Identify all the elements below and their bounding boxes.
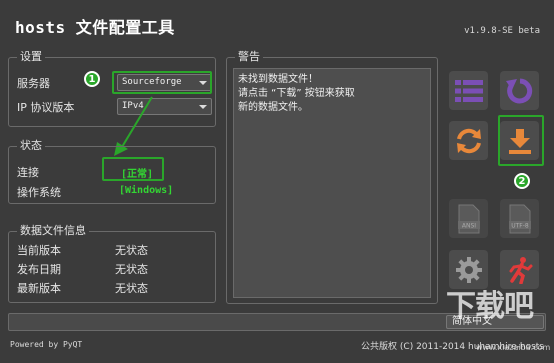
export-ansi-button[interactable]: ANSI [449, 199, 488, 238]
release-date-value: 无状态 [115, 263, 148, 276]
warning-group-title: 警告 [235, 50, 263, 64]
utf8-label: UTF-8 [511, 222, 529, 229]
utf8-file-icon: UTF-8 [508, 204, 531, 233]
exit-run-icon [509, 256, 532, 284]
data-info-group: 数据文件信息 当前版本 无状态 发布日期 无状态 最新版本 无状态 [8, 224, 216, 303]
settings-button[interactable] [449, 250, 488, 289]
sync-icon [456, 128, 481, 153]
function-list-button[interactable] [449, 71, 488, 110]
main-window: hosts 文件配置工具 v1.9.8-SE beta 设置 服务器 Sourc… [0, 0, 554, 363]
watermark-logo: 下载吧 [446, 289, 534, 324]
warning-line: 新的数据文件。 [238, 102, 308, 113]
watermark-url: www.xiazaiba.com [476, 343, 551, 352]
refresh-icon [505, 78, 532, 103]
sync-button[interactable] [449, 121, 488, 160]
status-group-title: 状态 [17, 139, 45, 153]
current-version-label: 当前版本 [17, 244, 61, 257]
current-version-value: 无状态 [115, 244, 148, 257]
step-badge-2: 2 [514, 173, 530, 189]
os-value: [Windows] [119, 185, 174, 196]
os-label: 操作系统 [17, 186, 61, 199]
warning-line: 未找到数据文件！ [238, 74, 318, 85]
exit-button[interactable] [500, 250, 539, 289]
status-highlight-frame [102, 157, 164, 181]
refresh-button[interactable] [500, 71, 539, 110]
ansi-file-icon: ANSI [457, 204, 480, 233]
powered-by-label: Powered by PyQT [10, 340, 83, 349]
export-utf8-button[interactable]: UTF-8 [500, 199, 539, 238]
connection-label: 连接 [17, 166, 39, 179]
gear-icon [455, 256, 482, 283]
latest-version-value: 无状态 [115, 282, 148, 295]
list-icon [454, 79, 483, 102]
warning-textbox[interactable]: 未找到数据文件！ 请点击 “下载” 按钮来获取 新的数据文件。 [233, 68, 431, 298]
download-highlight-frame [498, 115, 544, 166]
ansi-label: ANSI [461, 222, 475, 229]
latest-version-label: 最新版本 [17, 282, 61, 295]
warning-line: 请点击 “下载” 按钮来获取 [238, 88, 355, 99]
data-info-group-title: 数据文件信息 [17, 224, 89, 238]
release-date-label: 发布日期 [17, 263, 61, 276]
